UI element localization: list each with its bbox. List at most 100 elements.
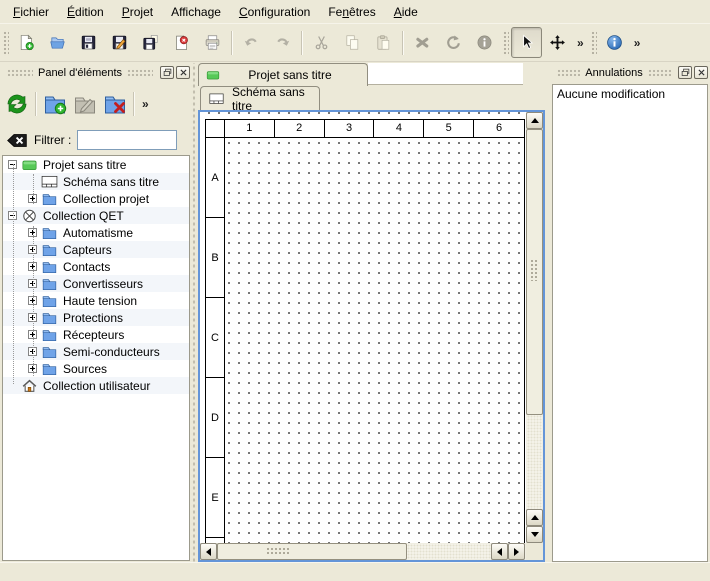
undo-button[interactable] [236, 27, 267, 58]
new-document-button[interactable] [11, 27, 42, 58]
toolbar-handle[interactable] [2, 30, 9, 56]
horizontal-scrollbar[interactable] [200, 543, 526, 560]
schema-icon [208, 92, 225, 106]
rotate-button[interactable] [438, 27, 469, 58]
menu-fenetres[interactable]: Fenêtres [319, 2, 384, 22]
scroll-down-button[interactable] [526, 526, 543, 543]
new-document-icon [18, 34, 35, 51]
horizontal-scrollbar-thumb[interactable] [217, 543, 407, 560]
tree-item-projet-sans-titre[interactable]: Projet sans titre [3, 156, 189, 173]
menu-configuration[interactable]: Configuration [230, 2, 319, 22]
menu-fichier[interactable]: Fichier [4, 2, 58, 22]
tree-item-semi-conducteurs[interactable]: Semi-conducteurs [3, 343, 189, 360]
undo-history-list[interactable]: Aucune modification [552, 84, 708, 562]
redo-button[interactable] [267, 27, 298, 58]
diagram-view[interactable]: 123456 ABCDE [198, 110, 545, 562]
select-mode-button[interactable] [511, 27, 542, 58]
delete-category-button[interactable] [100, 89, 130, 119]
toolbar-overflow-button[interactable]: » [573, 36, 588, 50]
scroll-left-button[interactable] [200, 543, 217, 560]
elements-tree: Projet sans titreSchéma sans titreCollec… [2, 155, 190, 561]
tab-schema[interactable]: Schéma sans titre [200, 86, 320, 110]
about-button[interactable] [599, 27, 630, 58]
new-category-button[interactable] [40, 89, 70, 119]
delete-icon [414, 34, 431, 51]
scroll-left-button-2[interactable] [491, 543, 508, 560]
tree-item-automatisme[interactable]: Automatisme [3, 224, 189, 241]
elements-panel-title: Panel d'éléments [38, 67, 122, 79]
tree-item-collection-projet[interactable]: Collection projet [3, 190, 189, 207]
toolbar-overflow-button[interactable]: » [138, 97, 153, 111]
row-label-a: A [206, 138, 224, 218]
scroll-up-button[interactable] [526, 112, 543, 129]
home-icon [21, 378, 39, 394]
filter-input[interactable] [77, 130, 177, 150]
save-button[interactable] [73, 27, 104, 58]
tree-item-label: Capteurs [63, 243, 112, 257]
paste-button[interactable] [368, 27, 399, 58]
tree-item-convertisseurs[interactable]: Convertisseurs [3, 275, 189, 292]
row-headers: ABCDE [206, 138, 225, 543]
float-panel-button[interactable] [678, 66, 692, 79]
save-all-button[interactable] [135, 27, 166, 58]
vertical-scrollbar-track[interactable] [527, 415, 542, 509]
delete-button[interactable] [407, 27, 438, 58]
menubar: FichierÉditionProjetAffichageConfigurati… [0, 0, 710, 24]
tree-item-sources[interactable]: Sources [3, 360, 189, 377]
reload-collections-button[interactable] [2, 89, 32, 119]
tree-item-sch-ma-sans-titre[interactable]: Schéma sans titre [3, 173, 189, 190]
menu-projet[interactable]: Projet [113, 2, 162, 22]
column-headers: 123456 [206, 120, 524, 138]
close-document-button[interactable] [166, 27, 197, 58]
toolbar-overflow-button[interactable]: » [630, 36, 645, 50]
move-mode-button[interactable] [542, 27, 573, 58]
info-blue-icon [606, 34, 623, 51]
dock-grip[interactable] [557, 69, 580, 76]
save-as-button[interactable] [104, 27, 135, 58]
scroll-up-button-2[interactable] [526, 509, 543, 526]
tree-item-capteurs[interactable]: Capteurs [3, 241, 189, 258]
tab-project[interactable]: Projet sans titre [198, 63, 368, 86]
project-icon [205, 68, 221, 82]
undo-icon [243, 34, 260, 51]
vertical-scrollbar-thumb[interactable] [526, 129, 543, 415]
edit-category-button[interactable] [70, 89, 100, 119]
cut-button[interactable] [306, 27, 337, 58]
horizontal-scrollbar-track[interactable] [407, 544, 491, 559]
clear-filter-button[interactable] [6, 132, 28, 149]
close-panel-button[interactable] [176, 66, 190, 79]
undo-list-item[interactable]: Aucune modification [553, 85, 707, 103]
close-panel-button[interactable] [694, 66, 708, 79]
row-label-b: B [206, 218, 224, 298]
tree-item-contacts[interactable]: Contacts [3, 258, 189, 275]
tree-item-label: Semi-conducteurs [63, 345, 160, 359]
undo-panel-title: Annulations [585, 67, 643, 79]
dock-grip[interactable] [648, 69, 671, 76]
element-info-button[interactable] [469, 27, 500, 58]
open-project-button[interactable] [42, 27, 73, 58]
float-panel-button[interactable] [160, 66, 174, 79]
tree-item-protections[interactable]: Protections [3, 309, 189, 326]
toolbar-separator [133, 92, 135, 116]
scroll-right-button[interactable] [508, 543, 525, 560]
tree-item-collection-utilisateur[interactable]: Collection utilisateur [3, 377, 189, 394]
menu-aide[interactable]: Aide [385, 2, 427, 22]
menu-edition[interactable]: Édition [58, 2, 113, 22]
menu-affichage[interactable]: Affichage [162, 2, 230, 22]
tree-item-haute-tension[interactable]: Haute tension [3, 292, 189, 309]
dock-grip[interactable] [7, 69, 33, 76]
dock-grip[interactable] [127, 69, 153, 76]
toolbar-separator [231, 31, 233, 55]
tree-guide-line [33, 174, 34, 204]
toolbar-handle[interactable] [590, 30, 597, 56]
tab-project-label: Projet sans titre [229, 68, 361, 82]
panel-splitter[interactable] [191, 63, 197, 562]
print-button[interactable] [197, 27, 228, 58]
copy-button[interactable] [337, 27, 368, 58]
tree-item-collection-qet[interactable]: Collection QET [3, 207, 189, 224]
vertical-scrollbar[interactable] [526, 112, 543, 543]
diagram-canvas[interactable]: 123456 ABCDE [200, 112, 526, 543]
toolbar-handle[interactable] [502, 30, 509, 56]
tree-item-r-cepteurs[interactable]: Récepteurs [3, 326, 189, 343]
application-window: FichierÉditionProjetAffichageConfigurati… [0, 0, 710, 581]
